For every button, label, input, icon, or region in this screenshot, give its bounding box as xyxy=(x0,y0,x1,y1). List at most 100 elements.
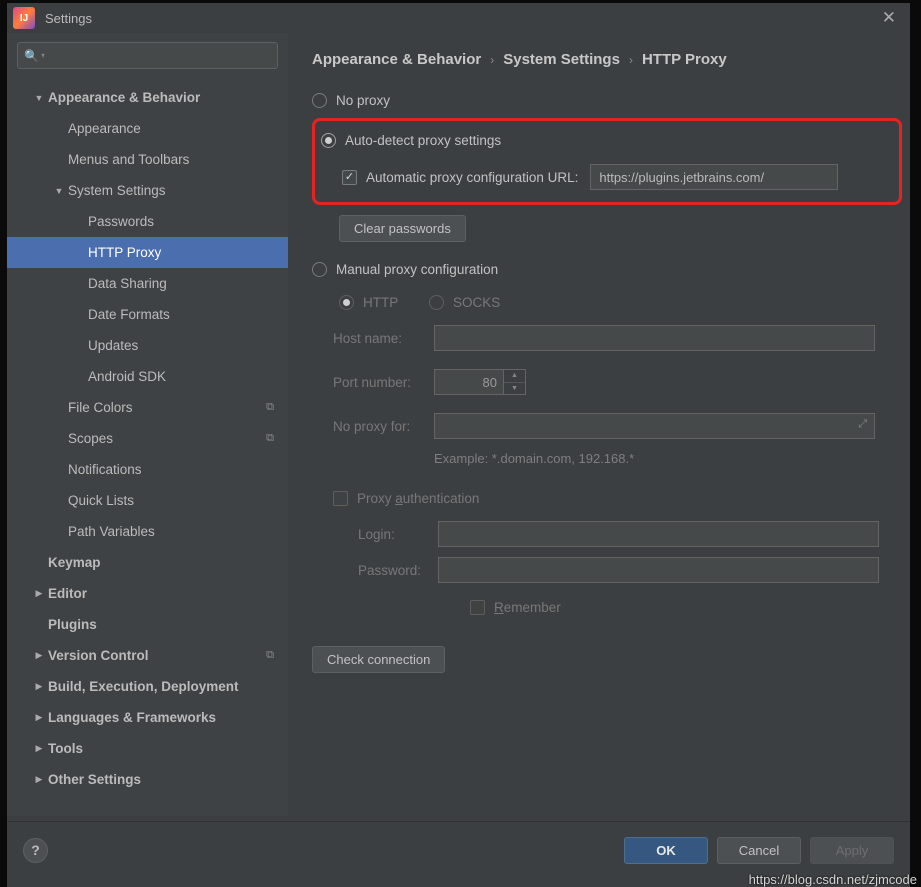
spacer xyxy=(73,217,85,227)
sidebar-item-label: Data Sharing xyxy=(88,276,167,291)
spacer xyxy=(73,310,85,320)
sidebar-item-editor[interactable]: ▶Editor xyxy=(7,578,288,609)
login-label: Login: xyxy=(358,527,438,542)
crumb-2[interactable]: System Settings xyxy=(503,51,620,68)
sidebar-item-label: Scopes xyxy=(68,431,113,446)
sidebar-item-label: System Settings xyxy=(68,183,166,198)
sidebar-item-label: Android SDK xyxy=(88,369,166,384)
sidebar-item-label: Languages & Frameworks xyxy=(48,710,216,725)
sidebar-item-label: HTTP Proxy xyxy=(88,245,161,260)
auto-url-label: Automatic proxy configuration URL: xyxy=(366,170,578,185)
clear-passwords-button[interactable]: Clear passwords xyxy=(339,215,466,242)
host-input xyxy=(434,325,875,351)
sidebar-item-file-colors[interactable]: File Colors⧉ xyxy=(7,392,288,423)
noproxy-input xyxy=(434,413,875,439)
cancel-button[interactable]: Cancel xyxy=(717,837,801,864)
sidebar-item-label: Date Formats xyxy=(88,307,170,322)
sidebar: 🔍 ▾ ▼Appearance & Behavior Appearance Me… xyxy=(7,33,288,816)
radio-no-proxy[interactable]: No proxy xyxy=(312,86,890,115)
dialog-footer: ? OK Cancel Apply xyxy=(7,821,910,878)
spacer xyxy=(53,434,65,444)
sidebar-item-label: Build, Execution, Deployment xyxy=(48,679,239,694)
check-connection-button[interactable]: Check connection xyxy=(312,646,445,673)
titlebar: IJ Settings ✕ xyxy=(7,3,910,33)
sidebar-item-appearance-behavior[interactable]: ▼Appearance & Behavior xyxy=(7,82,288,113)
sidebar-item-tools[interactable]: ▶Tools xyxy=(7,733,288,764)
spacer xyxy=(53,527,65,537)
chevron-right-icon: ▶ xyxy=(33,681,45,692)
radio-icon xyxy=(312,262,327,277)
sidebar-item-data-sharing[interactable]: Data Sharing xyxy=(7,268,288,299)
sidebar-item-label: Passwords xyxy=(88,214,154,229)
sidebar-item-label: Tools xyxy=(48,741,83,756)
sidebar-item-label: Appearance xyxy=(68,121,141,136)
spacer xyxy=(53,496,65,506)
close-icon[interactable]: ✕ xyxy=(882,8,896,28)
auto-url-input[interactable] xyxy=(590,164,838,190)
highlight-box: Auto-detect proxy settings Automatic pro… xyxy=(312,118,902,205)
checkbox-icon xyxy=(333,491,348,506)
sidebar-item-date-formats[interactable]: Date Formats xyxy=(7,299,288,330)
settings-tree: ▼Appearance & Behavior Appearance Menus … xyxy=(7,80,288,816)
sidebar-item-updates[interactable]: Updates xyxy=(7,330,288,361)
sidebar-item-label: Other Settings xyxy=(48,772,141,787)
sidebar-item-label: Quick Lists xyxy=(68,493,134,508)
sidebar-item-android-sdk[interactable]: Android SDK xyxy=(7,361,288,392)
sidebar-item-label: Notifications xyxy=(68,462,142,477)
sidebar-item-label: Path Variables xyxy=(68,524,155,539)
sidebar-item-http-proxy[interactable]: HTTP Proxy xyxy=(7,237,288,268)
no-proxy-label: No proxy xyxy=(336,93,390,108)
breadcrumb: Appearance & Behavior › System Settings … xyxy=(312,51,890,68)
search-input[interactable]: 🔍 ▾ xyxy=(17,42,278,69)
manual-label: Manual proxy configuration xyxy=(336,262,498,277)
chevron-down-icon: ▼ xyxy=(33,93,45,103)
sidebar-item-quick-lists[interactable]: Quick Lists xyxy=(7,485,288,516)
ok-button[interactable]: OK xyxy=(624,837,708,864)
chevron-right-icon: ▶ xyxy=(33,774,45,785)
spacer xyxy=(53,465,65,475)
spacer xyxy=(73,248,85,258)
sidebar-item-label: Appearance & Behavior xyxy=(48,90,200,105)
sidebar-item-label: Menus and Toolbars xyxy=(68,152,189,167)
sidebar-item-lang-frameworks[interactable]: ▶Languages & Frameworks xyxy=(7,702,288,733)
sidebar-item-other-settings[interactable]: ▶Other Settings xyxy=(7,764,288,795)
spacer xyxy=(73,341,85,351)
checkbox-remember xyxy=(470,600,485,615)
checkbox-auto-url[interactable] xyxy=(342,170,357,185)
sidebar-item-appearance[interactable]: Appearance xyxy=(7,113,288,144)
sidebar-item-menus-toolbars[interactable]: Menus and Toolbars xyxy=(7,144,288,175)
radio-manual[interactable]: Manual proxy configuration xyxy=(312,255,890,284)
sidebar-item-notifications[interactable]: Notifications xyxy=(7,454,288,485)
spacer xyxy=(53,124,65,134)
sidebar-item-system-settings[interactable]: ▼System Settings xyxy=(7,175,288,206)
sidebar-item-label: Plugins xyxy=(48,617,97,632)
login-input xyxy=(438,521,879,547)
sidebar-item-label: Editor xyxy=(48,586,87,601)
project-badge-icon: ⧉ xyxy=(266,401,274,414)
chevron-right-icon: ▶ xyxy=(33,588,45,599)
sidebar-item-path-variables[interactable]: Path Variables xyxy=(7,516,288,547)
chevron-right-icon: ▶ xyxy=(33,743,45,754)
crumb-1[interactable]: Appearance & Behavior xyxy=(312,51,481,68)
help-button[interactable]: ? xyxy=(23,838,48,863)
expand-icon: ⤢ xyxy=(858,418,867,431)
radio-auto-detect[interactable]: Auto-detect proxy settings xyxy=(321,126,889,155)
sidebar-item-scopes[interactable]: Scopes⧉ xyxy=(7,423,288,454)
sidebar-item-passwords[interactable]: Passwords xyxy=(7,206,288,237)
proxy-auth-label: Proxy authentication xyxy=(357,491,479,506)
sidebar-item-label: Version Control xyxy=(48,648,149,663)
chevron-right-icon: ▶ xyxy=(33,650,45,661)
watermark-text: https://blog.csdn.net/zjmcode xyxy=(749,872,917,887)
noproxy-label: No proxy for: xyxy=(333,419,434,434)
chevron-right-icon: ▶ xyxy=(33,712,45,723)
chevron-right-icon: › xyxy=(629,53,633,67)
sidebar-item-keymap[interactable]: Keymap xyxy=(7,547,288,578)
auto-detect-label: Auto-detect proxy settings xyxy=(345,133,501,148)
spacer xyxy=(73,279,85,289)
sidebar-item-version-control[interactable]: ▶Version Control⧉ xyxy=(7,640,288,671)
sidebar-item-build-exec[interactable]: ▶Build, Execution, Deployment xyxy=(7,671,288,702)
chevron-up-icon: ▲ xyxy=(504,370,525,383)
sidebar-item-plugins[interactable]: Plugins xyxy=(7,609,288,640)
apply-button: Apply xyxy=(810,837,894,864)
window-title: Settings xyxy=(45,11,92,26)
